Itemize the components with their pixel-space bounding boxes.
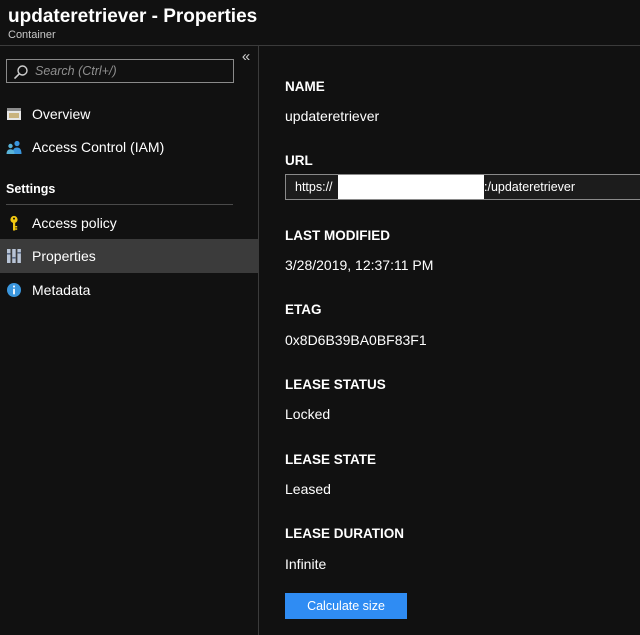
lease-status-value: Locked	[285, 406, 331, 422]
url-label: URL	[285, 153, 313, 168]
search-input[interactable]	[35, 62, 230, 80]
sidebar-item-access-policy[interactable]: Access policy	[0, 206, 259, 240]
last-modified-label: LAST MODIFIED	[285, 228, 390, 243]
settings-section-label: Settings	[6, 182, 56, 196]
page-title: updateretriever - Properties	[8, 6, 258, 27]
calculate-size-button[interactable]: Calculate size	[285, 593, 407, 619]
sidebar-item-label: Overview	[32, 106, 91, 122]
overview-icon	[7, 108, 21, 120]
lease-state-label: LEASE STATE	[285, 452, 377, 467]
collapse-sidebar-icon[interactable]: «	[238, 49, 254, 65]
key-icon	[10, 215, 18, 231]
section-divider	[6, 204, 233, 205]
lease-state-value: Leased	[285, 481, 331, 497]
sidebar-item-access-control[interactable]: Access Control (IAM)	[0, 130, 259, 164]
sidebar-item-metadata[interactable]: Metadata	[0, 273, 259, 307]
users-icon	[6, 140, 22, 154]
etag-label: ETAG	[285, 302, 322, 317]
url-suffix: :/updateretriever	[484, 180, 576, 194]
sidebar: « Overview Access Control (IAM) Settings	[0, 46, 259, 635]
etag-value: 0x8D6B39BA0BF83F1	[285, 332, 427, 348]
name-value: updateretriever	[285, 108, 380, 124]
sidebar-item-label: Access Control (IAM)	[32, 139, 165, 155]
properties-panel: NAME updateretriever URL https:// :/upda…	[260, 46, 640, 635]
page-subtitle: Container	[8, 29, 56, 41]
properties-icon	[7, 249, 21, 263]
blade-header: updateretriever - Properties Container	[0, 0, 640, 46]
lease-status-label: LEASE STATUS	[285, 377, 386, 392]
search-icon	[13, 65, 28, 80]
sidebar-item-overview[interactable]: Overview	[0, 97, 259, 131]
name-label: NAME	[285, 79, 325, 94]
last-modified-value: 3/28/2019, 12:37:11 PM	[285, 257, 434, 273]
sidebar-item-label: Metadata	[32, 282, 91, 298]
sidebar-item-properties[interactable]: Properties	[0, 239, 259, 273]
sidebar-item-label: Properties	[32, 248, 96, 264]
url-field[interactable]: https:// :/updateretriever	[285, 174, 640, 200]
lease-duration-label: LEASE DURATION	[285, 526, 405, 541]
lease-duration-value: Infinite	[285, 556, 327, 572]
info-icon	[7, 283, 21, 297]
sidebar-item-label: Access policy	[32, 215, 117, 231]
url-prefix: https://	[295, 180, 333, 194]
redacted-region	[338, 175, 484, 199]
search-box[interactable]	[6, 59, 234, 83]
